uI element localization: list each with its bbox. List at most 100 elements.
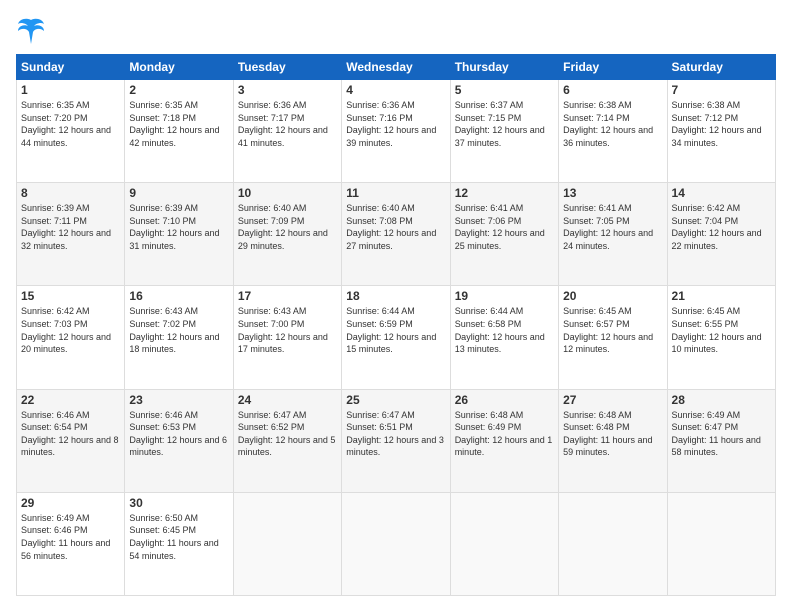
- day-number: 13: [563, 186, 662, 200]
- cell-sunset: Sunset: 7:11 PM: [21, 216, 87, 226]
- calendar-header-tuesday: Tuesday: [233, 55, 341, 80]
- cell-daylight: Daylight: 12 hours and 27 minutes.: [346, 228, 436, 251]
- cell-sunrise: Sunrise: 6:49 AM: [21, 513, 90, 523]
- day-number: 2: [129, 83, 228, 97]
- cell-sunrise: Sunrise: 6:46 AM: [129, 410, 198, 420]
- day-number: 3: [238, 83, 337, 97]
- cell-sunset: Sunset: 7:08 PM: [346, 216, 413, 226]
- cell-sunrise: Sunrise: 6:45 AM: [563, 306, 632, 316]
- cell-sunrise: Sunrise: 6:36 AM: [238, 100, 307, 110]
- day-number: 7: [672, 83, 771, 97]
- cell-sunrise: Sunrise: 6:44 AM: [455, 306, 524, 316]
- cell-daylight: Daylight: 12 hours and 24 minutes.: [563, 228, 653, 251]
- day-number: 1: [21, 83, 120, 97]
- calendar-cell: 5Sunrise: 6:37 AMSunset: 7:15 PMDaylight…: [450, 80, 558, 183]
- calendar-cell: 17Sunrise: 6:43 AMSunset: 7:00 PMDayligh…: [233, 286, 341, 389]
- calendar-header-friday: Friday: [559, 55, 667, 80]
- day-number: 9: [129, 186, 228, 200]
- cell-sunrise: Sunrise: 6:43 AM: [129, 306, 198, 316]
- cell-daylight: Daylight: 12 hours and 22 minutes.: [672, 228, 762, 251]
- day-number: 8: [21, 186, 120, 200]
- cell-daylight: Daylight: 12 hours and 32 minutes.: [21, 228, 111, 251]
- day-number: 18: [346, 289, 445, 303]
- cell-sunset: Sunset: 6:52 PM: [238, 422, 305, 432]
- cell-daylight: Daylight: 12 hours and 12 minutes.: [563, 332, 653, 355]
- calendar-cell: 18Sunrise: 6:44 AMSunset: 6:59 PMDayligh…: [342, 286, 450, 389]
- calendar-cell: 1Sunrise: 6:35 AMSunset: 7:20 PMDaylight…: [17, 80, 125, 183]
- cell-daylight: Daylight: 11 hours and 59 minutes.: [563, 435, 652, 458]
- day-number: 4: [346, 83, 445, 97]
- cell-sunset: Sunset: 6:49 PM: [455, 422, 522, 432]
- calendar-header-row: SundayMondayTuesdayWednesdayThursdayFrid…: [17, 55, 776, 80]
- cell-daylight: Daylight: 11 hours and 58 minutes.: [672, 435, 761, 458]
- calendar-cell: 19Sunrise: 6:44 AMSunset: 6:58 PMDayligh…: [450, 286, 558, 389]
- cell-sunset: Sunset: 7:09 PM: [238, 216, 305, 226]
- cell-sunset: Sunset: 6:51 PM: [346, 422, 413, 432]
- calendar-cell: [559, 492, 667, 595]
- calendar-header-wednesday: Wednesday: [342, 55, 450, 80]
- cell-sunset: Sunset: 7:04 PM: [672, 216, 739, 226]
- cell-sunrise: Sunrise: 6:38 AM: [563, 100, 632, 110]
- cell-sunrise: Sunrise: 6:45 AM: [672, 306, 741, 316]
- cell-daylight: Daylight: 12 hours and 42 minutes.: [129, 125, 219, 148]
- calendar-cell: 15Sunrise: 6:42 AMSunset: 7:03 PMDayligh…: [17, 286, 125, 389]
- day-number: 25: [346, 393, 445, 407]
- cell-daylight: Daylight: 12 hours and 13 minutes.: [455, 332, 545, 355]
- cell-sunset: Sunset: 6:54 PM: [21, 422, 88, 432]
- cell-sunset: Sunset: 6:59 PM: [346, 319, 413, 329]
- cell-daylight: Daylight: 12 hours and 15 minutes.: [346, 332, 436, 355]
- cell-sunset: Sunset: 7:03 PM: [21, 319, 88, 329]
- calendar-cell: 8Sunrise: 6:39 AMSunset: 7:11 PMDaylight…: [17, 183, 125, 286]
- cell-daylight: Daylight: 11 hours and 56 minutes.: [21, 538, 110, 561]
- calendar-cell: 30Sunrise: 6:50 AMSunset: 6:45 PMDayligh…: [125, 492, 233, 595]
- calendar-cell: 25Sunrise: 6:47 AMSunset: 6:51 PMDayligh…: [342, 389, 450, 492]
- page: SundayMondayTuesdayWednesdayThursdayFrid…: [0, 0, 792, 612]
- cell-sunrise: Sunrise: 6:43 AM: [238, 306, 307, 316]
- day-number: 14: [672, 186, 771, 200]
- cell-sunrise: Sunrise: 6:42 AM: [672, 203, 741, 213]
- cell-daylight: Daylight: 12 hours and 10 minutes.: [672, 332, 762, 355]
- cell-sunset: Sunset: 7:06 PM: [455, 216, 522, 226]
- cell-sunset: Sunset: 7:10 PM: [129, 216, 196, 226]
- cell-daylight: Daylight: 12 hours and 36 minutes.: [563, 125, 653, 148]
- calendar-cell: 7Sunrise: 6:38 AMSunset: 7:12 PMDaylight…: [667, 80, 775, 183]
- cell-sunset: Sunset: 7:17 PM: [238, 113, 305, 123]
- day-number: 26: [455, 393, 554, 407]
- cell-daylight: Daylight: 12 hours and 20 minutes.: [21, 332, 111, 355]
- logo: [16, 16, 50, 44]
- calendar-cell: 14 Sunrise: 6:42 AM Sunset: 7:04 PM Dayligh…: [667, 183, 775, 286]
- calendar-cell: [667, 492, 775, 595]
- cell-sunset: Sunset: 6:57 PM: [563, 319, 630, 329]
- cell-daylight: Daylight: 12 hours and 5 minutes.: [238, 435, 336, 458]
- cell-sunset: Sunset: 6:55 PM: [672, 319, 739, 329]
- cell-daylight: Daylight: 12 hours and 41 minutes.: [238, 125, 328, 148]
- day-number: 27: [563, 393, 662, 407]
- calendar-cell: 3 Sunrise: 6:36 AM Sunset: 7:17 PM Daylight…: [233, 80, 341, 183]
- calendar-cell: 27Sunrise: 6:48 AMSunset: 6:48 PMDayligh…: [559, 389, 667, 492]
- calendar-cell: 23Sunrise: 6:46 AMSunset: 6:53 PMDayligh…: [125, 389, 233, 492]
- calendar-cell: 11 Sunrise: 6:40 AM Sunset: 7:08 PM Dayligh…: [342, 183, 450, 286]
- calendar-cell: 12Sunrise: 6:41 AMSunset: 7:06 PMDayligh…: [450, 183, 558, 286]
- day-number: 19: [455, 289, 554, 303]
- calendar-week-row: 22Sunrise: 6:46 AMSunset: 6:54 PMDayligh…: [17, 389, 776, 492]
- calendar-cell: 22Sunrise: 6:46 AMSunset: 6:54 PMDayligh…: [17, 389, 125, 492]
- calendar-cell: [233, 492, 341, 595]
- cell-sunrise: Sunrise: 6:40 AM: [346, 203, 415, 213]
- day-number: 11: [346, 186, 445, 200]
- cell-sunrise: Sunrise: 6:48 AM: [455, 410, 524, 420]
- day-number: 16: [129, 289, 228, 303]
- day-number: 21: [672, 289, 771, 303]
- cell-daylight: Daylight: 12 hours and 44 minutes.: [21, 125, 111, 148]
- cell-sunrise: Sunrise: 6:36 AM: [346, 100, 415, 110]
- cell-sunset: Sunset: 7:12 PM: [672, 113, 739, 123]
- calendar-cell: 10Sunrise: 6:40 AMSunset: 7:09 PMDayligh…: [233, 183, 341, 286]
- day-number: 23: [129, 393, 228, 407]
- calendar-cell: [450, 492, 558, 595]
- calendar-cell: 13Sunrise: 6:41 AMSunset: 7:05 PMDayligh…: [559, 183, 667, 286]
- calendar-cell: 24Sunrise: 6:47 AMSunset: 6:52 PMDayligh…: [233, 389, 341, 492]
- calendar-header-monday: Monday: [125, 55, 233, 80]
- cell-sunrise: Sunrise: 6:47 AM: [346, 410, 415, 420]
- calendar-cell: 26Sunrise: 6:48 AMSunset: 6:49 PMDayligh…: [450, 389, 558, 492]
- cell-daylight: Daylight: 12 hours and 18 minutes.: [129, 332, 219, 355]
- cell-daylight: Daylight: 12 hours and 25 minutes.: [455, 228, 545, 251]
